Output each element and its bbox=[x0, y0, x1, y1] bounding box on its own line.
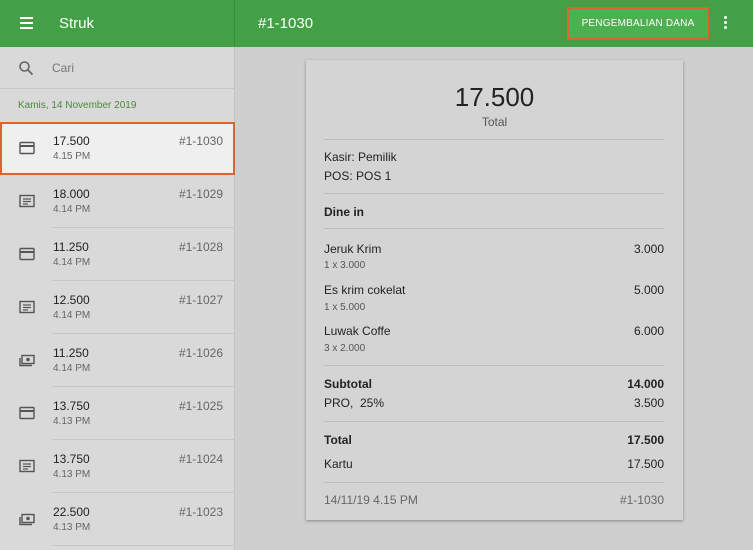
receipt-list: 17.500 4.15 PM #1-1030 18.000 4.14 PM #1… bbox=[0, 122, 235, 546]
receipt-datetime: 14/11/19 4.15 PM bbox=[324, 493, 418, 507]
receipt-total-caption: Total bbox=[481, 115, 508, 129]
receipt-list-item[interactable]: 13.750 4.13 PM #1-1024 bbox=[0, 440, 235, 493]
divider bbox=[324, 421, 664, 422]
receipt-time: 4.13 PM bbox=[53, 522, 91, 533]
divider bbox=[324, 193, 664, 194]
discount-value: 3.500 bbox=[633, 396, 664, 410]
payment-label: Kartu bbox=[324, 457, 353, 471]
receipt-amount: 18.000 bbox=[53, 187, 90, 201]
receipt-number: #1-1025 bbox=[178, 399, 223, 413]
receipt-time: 4.15 PM bbox=[53, 151, 91, 162]
search-input[interactable] bbox=[52, 59, 222, 77]
dining-option: Dine in bbox=[324, 205, 365, 219]
payment-row: Kartu 17.500 bbox=[324, 457, 664, 471]
receipt-time: 4.14 PM bbox=[53, 257, 91, 268]
line-item-price: 5.000 bbox=[633, 283, 664, 297]
card-icon bbox=[19, 247, 35, 261]
receipt-list-item[interactable]: 12.500 4.14 PM #1-1027 bbox=[0, 281, 235, 334]
receipt-sidebar: Kamis, 14 November 2019 17.500 4.15 PM #… bbox=[0, 47, 235, 550]
line-item: Jeruk Krim 3.000 bbox=[324, 242, 664, 256]
receipt-id-title: #1-1030 bbox=[258, 15, 314, 32]
divider bbox=[324, 365, 664, 366]
divider bbox=[324, 228, 664, 229]
line-item-name: Jeruk Krim bbox=[324, 242, 382, 256]
receipt-footer-number: #1-1030 bbox=[619, 493, 664, 507]
receipt-total-amount: 17.500 bbox=[454, 82, 535, 112]
total-row: Total 17.500 bbox=[324, 433, 664, 447]
receipt-amount: 13.750 bbox=[53, 452, 90, 466]
receipt-list-item[interactable]: 11.250 4.14 PM #1-1028 bbox=[0, 228, 235, 281]
receipt-time: 4.13 PM bbox=[53, 416, 91, 427]
receipt-time: 4.14 PM bbox=[53, 363, 91, 374]
receipt-detail-card: 17.500 Total Kasir: Pemilik POS: POS 1 D… bbox=[306, 60, 683, 520]
receipt-amount: 11.250 bbox=[53, 346, 89, 360]
receipt-list-item[interactable]: 22.500 4.13 PM #1-1023 bbox=[0, 493, 235, 546]
line-item-name: Luwak Coffe bbox=[324, 324, 391, 338]
receipt-list-item[interactable]: 13.750 4.13 PM #1-1025 bbox=[0, 387, 235, 440]
subtotal-row: Subtotal 14.000 bbox=[324, 377, 664, 391]
payment-value: 17.500 bbox=[627, 457, 664, 471]
line-item-qty: 1 x 5.000 bbox=[324, 302, 366, 313]
hamburger-menu-icon[interactable] bbox=[13, 13, 41, 35]
card-icon bbox=[19, 141, 35, 155]
receipt-time: 4.13 PM bbox=[53, 469, 91, 480]
top-app-bar: Struk #1-1030 PENGEMBALIAN DANA bbox=[0, 0, 753, 47]
receipt-amount: 13.750 bbox=[53, 399, 90, 413]
app-title: Struk bbox=[59, 15, 95, 32]
line-item: Es krim cokelat 5.000 bbox=[324, 283, 664, 297]
more-vert-icon[interactable] bbox=[717, 12, 735, 34]
top-bar-left-section: Struk bbox=[0, 0, 235, 47]
divider bbox=[324, 482, 664, 483]
receipt-list-item-selected[interactable]: 17.500 4.15 PM #1-1030 bbox=[0, 122, 235, 175]
receipt-icon bbox=[19, 194, 35, 208]
discount-row: PRO, 25% 3.500 bbox=[324, 396, 664, 410]
search-bar bbox=[0, 47, 234, 89]
search-icon[interactable] bbox=[18, 60, 34, 76]
receipt-amount: 11.250 bbox=[53, 240, 89, 254]
line-item-name: Es krim cokelat bbox=[324, 283, 406, 297]
receipt-amount: 17.500 bbox=[53, 134, 90, 148]
line-item-price: 6.000 bbox=[633, 324, 664, 338]
receipt-list-item[interactable]: 18.000 4.14 PM #1-1029 bbox=[0, 175, 235, 228]
line-item-qty: 1 x 3.000 bbox=[324, 260, 366, 271]
receipt-time: 4.14 PM bbox=[53, 310, 91, 321]
subtotal-value: 14.000 bbox=[627, 377, 664, 391]
receipt-list-item[interactable]: 11.250 4.14 PM #1-1026 bbox=[0, 334, 235, 387]
cashier-text: Kasir: Pemilik bbox=[324, 150, 397, 164]
total-value: 17.500 bbox=[627, 433, 664, 447]
card-icon bbox=[19, 406, 35, 420]
subtotal-label: Subtotal bbox=[324, 377, 372, 391]
receipt-number: #1-1026 bbox=[178, 346, 223, 360]
line-item-price: 3.000 bbox=[633, 242, 664, 256]
line-item: Luwak Coffe 6.000 bbox=[324, 324, 664, 338]
receipt-number: #1-1024 bbox=[178, 452, 223, 466]
receipt-number: #1-1028 bbox=[178, 240, 223, 254]
receipt-amount: 12.500 bbox=[53, 293, 90, 307]
receipt-number: #1-1030 bbox=[178, 134, 223, 148]
date-header: Kamis, 14 November 2019 bbox=[18, 100, 137, 111]
receipt-number: #1-1023 bbox=[178, 505, 223, 519]
line-item-qty: 3 x 2.000 bbox=[324, 343, 366, 354]
discount-label: PRO, 25% bbox=[324, 396, 385, 410]
receipt-footer: 14/11/19 4.15 PM #1-1030 bbox=[324, 493, 664, 507]
receipt-amount: 22.500 bbox=[53, 505, 90, 519]
receipt-number: #1-1029 bbox=[178, 187, 223, 201]
receipt-icon bbox=[19, 459, 35, 473]
cash-icon bbox=[19, 513, 35, 526]
divider bbox=[324, 139, 664, 140]
receipt-icon bbox=[19, 300, 35, 314]
receipt-time: 4.14 PM bbox=[53, 204, 91, 215]
pos-text: POS: POS 1 bbox=[324, 169, 392, 183]
cash-icon bbox=[19, 354, 35, 367]
receipt-number: #1-1027 bbox=[178, 293, 223, 307]
refund-button[interactable]: PENGEMBALIAN DANA bbox=[567, 7, 709, 40]
total-label: Total bbox=[324, 433, 352, 447]
